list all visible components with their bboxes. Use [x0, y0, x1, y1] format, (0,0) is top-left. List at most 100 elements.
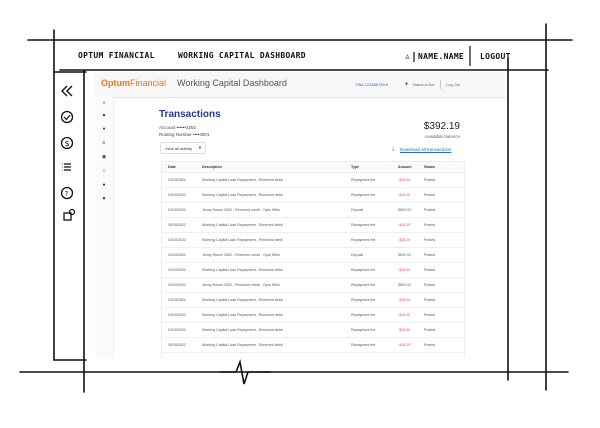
sketch-logout[interactable]: LOGOUT [480, 52, 511, 61]
settings-icon[interactable] [62, 208, 76, 222]
table-row[interactable]: 04/15/2022Working Capital Loan Repayment… [162, 323, 464, 338]
table-row[interactable]: 04/15/2022Working Capital Loan Repayment… [162, 233, 464, 248]
download-transactions-link[interactable]: Download all transactions [400, 147, 451, 152]
header-date[interactable]: Date [168, 165, 176, 169]
table-row[interactable]: 04/15/2022 Working Capital Loan Repayment… [162, 293, 464, 308]
table-row[interactable]: 04/15/2022Working Capital Loan Repayment… [162, 218, 464, 233]
help-nav-icon[interactable]: ○ [100, 167, 108, 175]
table-body: 04/15/2022 Working Capital Loan Repayment… [162, 173, 464, 358]
check-circle-icon[interactable] [60, 110, 74, 124]
cell-amount: $650.00 [398, 208, 411, 212]
cell-description: Working Capital Loan Repayment - Receive… [202, 238, 283, 242]
page-title: Transactions [159, 109, 221, 120]
cell-amount: -$15.00 [398, 313, 411, 317]
routing-number: Routing Number ••••4901 [159, 132, 210, 137]
header-status[interactable]: Status [424, 165, 435, 169]
logout-link[interactable]: Log Out [446, 82, 460, 87]
view-activity-label: View all activity [165, 146, 193, 151]
cell-amount: -$15.00 [398, 343, 411, 347]
cell-description: Jenny Rosen 3492 - Received credit - Opt… [202, 253, 281, 257]
available-balance-label: Available balance [424, 134, 460, 139]
cell-amount: -$15.00 [398, 178, 411, 182]
cell-status: Posted [424, 298, 436, 302]
location-icon[interactable]: ◉ [100, 153, 108, 161]
table-row[interactable]: 04/15/2022 Working Capital Loan Repayment… [162, 308, 464, 323]
collapse-nav-icon[interactable]: « [100, 99, 108, 107]
cell-date: 04/15/2022 [168, 178, 186, 182]
cell-date: 04/15/2022 [168, 193, 186, 197]
cell-date: 04/15/2022 [168, 298, 186, 302]
home-icon[interactable]: ▲ [100, 111, 108, 119]
table-row[interactable]: 04/15/2022 Jenny Rosen 3492 - Received cr… [162, 248, 464, 263]
collapse-icon[interactable] [60, 84, 74, 98]
cell-description: Working Capital Loan Repayment - Receive… [202, 313, 283, 317]
cell-date: 04/15/2022 [168, 313, 186, 317]
sketch-user-icon: ♙ [405, 52, 411, 61]
cell-status: Posted [424, 328, 436, 332]
svg-text:?: ? [65, 190, 69, 198]
dollar-icon[interactable]: ● [100, 125, 108, 133]
logo-bold: Optum [101, 78, 130, 88]
cell-description: Working Capital Loan Repayment - Receive… [202, 268, 283, 272]
sketch-user-name[interactable]: NAME.NAME [418, 52, 464, 61]
cell-status: Posted [424, 313, 436, 317]
user-icon: ● [405, 81, 409, 87]
app-title: Working Capital Dashboard [177, 78, 287, 88]
transactions-table: Date Description Type Amount Status 04/1… [161, 161, 465, 358]
logo-rest: Financial [130, 78, 167, 88]
cell-type: Repayment fee [351, 298, 376, 302]
cell-description: Working Capital Loan Repayment - Receive… [202, 343, 283, 347]
table-row[interactable]: 04/15/2022 Jenny Rosen 3492 - Received cr… [162, 278, 464, 293]
cell-date: 04/15/2022 [168, 223, 186, 227]
cell-amount: -$15.00 [398, 223, 411, 227]
cell-amount: $650.00 [398, 253, 411, 257]
cell-type: Repayment fee [351, 238, 376, 242]
cell-type: Repayment fee [351, 328, 376, 332]
dollar-circle-icon[interactable]: $ [60, 136, 74, 150]
cell-status: Posted [424, 343, 436, 347]
divider [440, 80, 441, 89]
table-row[interactable]: 04/15/2022Working Capital Loan Repayment… [162, 353, 464, 358]
view-activity-dropdown[interactable]: View all activity ▼ [160, 142, 206, 154]
header-amount[interactable]: Amount [398, 165, 412, 169]
cell-type: Deposit [351, 253, 364, 257]
table-row[interactable]: 04/15/2022Working Capital Loan Repayment… [162, 173, 464, 188]
settings-nav-icon[interactable]: ● [100, 181, 108, 189]
cell-amount: -$15.00 [398, 193, 411, 197]
table-row[interactable]: 04/15/2022 Working Capital Loan Repayment… [162, 338, 464, 353]
cell-date: 04/15/2022 [168, 343, 186, 347]
svg-text:$: $ [65, 139, 70, 148]
list-nav-icon[interactable]: ≡ [100, 139, 108, 147]
table-row[interactable]: 04/15/2022 Jenny Rosen 3492 - Received cr… [162, 203, 464, 218]
header-description[interactable]: Description [202, 165, 222, 169]
notification-icon[interactable]: ▼ [100, 195, 108, 203]
cell-amount: $650.00 [398, 283, 411, 287]
logo: OptumFinancial [101, 78, 166, 88]
header-type[interactable]: Type [351, 165, 359, 169]
list-icon[interactable] [60, 160, 74, 174]
cell-type: Repayment fee [351, 178, 376, 182]
cell-type: Repayment fee [351, 313, 376, 317]
app-screenshot: OptumFinancial Working Capital Dashboard… [95, 72, 505, 358]
cell-status: Posted [424, 208, 436, 212]
account-number: Account ••••••3252 [159, 125, 196, 130]
table-header-row: Date Description Type Amount Status [162, 162, 464, 173]
sketch-app-name: OPTUM FINANCIAL [78, 51, 155, 60]
cell-date: 04/15/2022 [168, 268, 186, 272]
main-content: Transactions Account ••••••3252 Routing … [113, 97, 505, 358]
cell-type: Repayment fee [351, 268, 376, 272]
cell-description: Working Capital Loan Repayment - Receive… [202, 193, 283, 197]
help-icon[interactable]: ? [60, 186, 74, 200]
cell-type: Repayment fee [351, 223, 376, 227]
cell-status: Posted [424, 268, 436, 272]
download-icon[interactable]: ⤓ [392, 146, 394, 152]
cell-status: Posted [424, 178, 436, 182]
cell-amount: -$15.00 [398, 268, 411, 272]
account-select[interactable]: TIN# 123456789 ▾ [355, 82, 388, 87]
side-nav: « ▲ ● ≡ ◉ ○ ● ▼ [95, 97, 114, 358]
cell-description: Working Capital Loan Repayment - Receive… [202, 298, 283, 302]
user-name[interactable]: Name A.Nel [413, 82, 434, 87]
cell-description: Working Capital Loan Repayment - Receive… [202, 328, 283, 332]
table-row[interactable]: 04/15/2022 Working Capital Loan Repayment… [162, 188, 464, 203]
table-row[interactable]: 04/15/2022 Working Capital Loan Repayment… [162, 263, 464, 278]
